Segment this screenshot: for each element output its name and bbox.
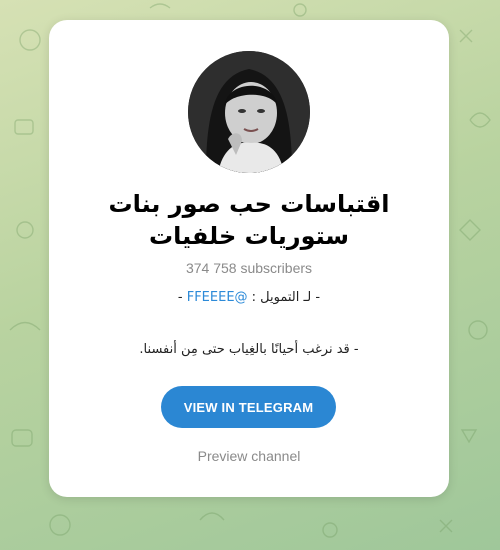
preview-channel-link[interactable]: Preview channel [49, 448, 449, 464]
channel-title-line1: اقتباسات حب صور بنات [108, 190, 390, 218]
channel-avatar[interactable] [188, 51, 310, 173]
description-prefix: - لـ التمويل : [247, 290, 321, 305]
channel-description-line2: - قد نرغب أحيانًا بالغِياب حتى مِن أنفسن… [139, 342, 359, 357]
channel-card: اقتباسات حب صور بنات ستوريات خلفيات 374 … [49, 20, 449, 497]
view-in-telegram-button[interactable]: VIEW IN TELEGRAM [161, 386, 336, 428]
channel-description-line1: - لـ التمويل : @FFEEEE - [49, 290, 449, 305]
channel-title-line2: ستوريات خلفيات [148, 222, 350, 250]
description-suffix: - [177, 290, 187, 305]
channel-title: اقتباسات حب صور بنات ستوريات خلفيات [69, 188, 429, 252]
funding-username-link[interactable]: @FFEEEE [187, 290, 248, 305]
avatar-photo-icon [188, 51, 310, 173]
subscriber-count: 374 758 subscribers [185, 260, 313, 276]
